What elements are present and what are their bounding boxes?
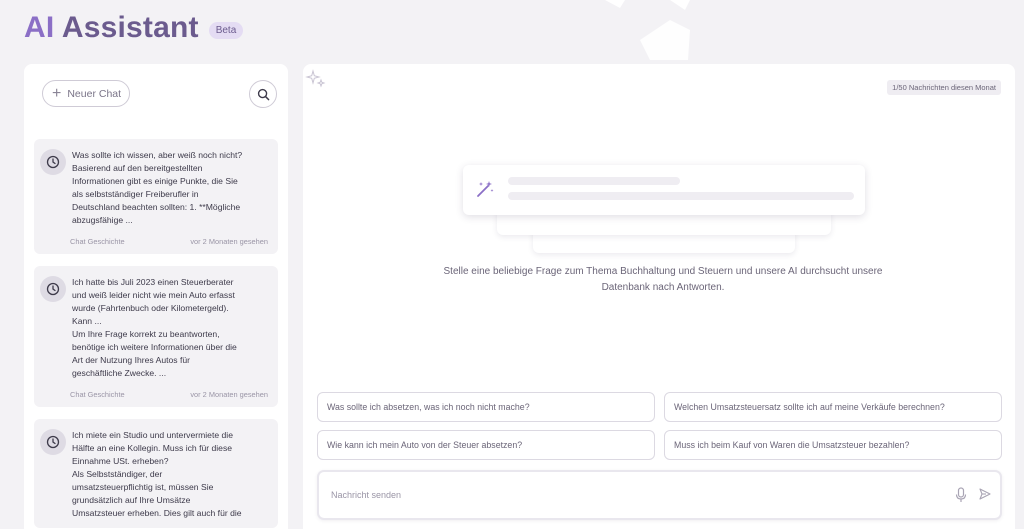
intro-text: Stelle eine beliebige Frage zum Thema Bu… <box>433 264 893 296</box>
history-item-line: Als Selbstständiger, der <box>72 469 163 479</box>
suggestion-chip[interactable]: Muss ich beim Kauf von Waren die Umsatzs… <box>664 430 1002 460</box>
magic-wand-icon <box>477 181 494 197</box>
history-item-title: Was sollte ich wissen, aber weiß noch ni… <box>72 150 243 160</box>
history-item-line: Informationen gibt es einige Punkte, die… <box>72 176 238 186</box>
suggested-prompts: Was sollte ich absetzen, was ich noch ni… <box>317 392 1002 460</box>
microphone-icon[interactable] <box>955 487 967 503</box>
history-item-title: wurde (Fahrtenbuch oder Kilometergeld). <box>72 303 229 313</box>
history-item-seen: vor 2 Monaten gesehen <box>190 237 268 246</box>
history-item-category: Chat Geschichte <box>70 390 125 399</box>
skeleton-line <box>508 192 854 200</box>
history-item-title: Ich miete ein Studio und untervermiete d… <box>72 430 233 440</box>
history-item-seen: vor 2 Monaten gesehen <box>190 390 268 399</box>
background-decoration <box>605 0 690 60</box>
history-item-line: als selbstständiger Freiberufler in <box>72 189 199 199</box>
history-item[interactable]: Was sollte ich wissen, aber weiß noch ni… <box>34 139 278 254</box>
suggestion-chip[interactable]: Was sollte ich absetzen, was ich noch ni… <box>317 392 655 422</box>
sparkle-icon <box>305 69 326 88</box>
message-input[interactable] <box>331 484 931 506</box>
beta-badge: Beta <box>208 21 244 39</box>
search-button[interactable] <box>249 80 277 108</box>
history-item-line: Um Ihre Frage korrekt zu beantworten, <box>72 329 220 339</box>
history-item-line: umsatzsteuerpflichtig ist, müssen Sie <box>72 482 214 492</box>
plus-icon: + <box>52 84 62 102</box>
search-icon <box>257 88 269 100</box>
history-item-title: Einnahme USt. erheben? <box>72 456 169 466</box>
message-composer <box>317 470 1002 520</box>
history-list: Was sollte ich wissen, aber weiß noch ni… <box>34 139 278 529</box>
history-item-category: Chat Geschichte <box>70 237 125 246</box>
new-chat-label: Neuer Chat <box>67 87 122 100</box>
history-item-line: benötige ich weitere Informationen über … <box>72 342 237 352</box>
message-quota-badge: 1/50 Nachrichten diesen Monat <box>887 80 1001 95</box>
app-header: AI Assistant Beta <box>24 8 244 48</box>
history-item-line: Basierend auf den bereitgestellten <box>72 163 203 173</box>
send-icon[interactable] <box>979 488 991 500</box>
chat-history-sidebar: + Neuer Chat Was sollte ich wissen, aber… <box>24 64 288 529</box>
new-chat-button[interactable]: + Neuer Chat <box>42 80 130 107</box>
skeleton-line <box>508 177 680 185</box>
clock-icon <box>40 149 66 175</box>
intro-line: Datenbank nach Antworten. <box>601 282 725 293</box>
history-item-line: grundsätzlich auf Ihre Umsätze <box>72 495 191 505</box>
clock-icon <box>40 276 66 302</box>
chat-main-panel: 1/50 Nachrichten diesen Monat Stelle ein… <box>303 64 1015 529</box>
skeleton-card <box>463 165 865 215</box>
history-item-title: Kann ... <box>72 316 102 326</box>
app-title: AI Assistant <box>24 11 199 45</box>
app-title-ai: AI <box>24 11 55 44</box>
suggestion-chip[interactable]: Wie kann ich mein Auto von der Steuer ab… <box>317 430 655 460</box>
intro-line: Stelle eine beliebige Frage zum Thema Bu… <box>443 266 883 277</box>
suggestion-chip[interactable]: Welchen Umsatzsteuersatz sollte ich auf … <box>664 392 1002 422</box>
history-item-title: und weiß leider nicht wie mein Auto erfa… <box>72 290 235 300</box>
history-item-line: Art der Nutzung Ihres Autos für <box>72 355 190 365</box>
history-item-line: Deutschland beachten sollten: 1. **Mögli… <box>72 202 241 212</box>
history-item[interactable]: Ich hatte bis Juli 2023 einen Steuerbera… <box>34 266 278 407</box>
history-item[interactable]: Ich miete ein Studio und untervermiete d… <box>34 419 278 528</box>
loading-illustration <box>463 165 865 255</box>
history-item-line: geschäftliche Zwecke. ... <box>72 368 167 378</box>
history-item-title: Hälfte an eine Kollegin. Muss ich für di… <box>72 443 233 453</box>
app-title-rest: Assistant <box>61 11 199 44</box>
clock-icon <box>40 429 66 455</box>
history-item-title: Ich hatte bis Juli 2023 einen Steuerbera… <box>72 277 234 287</box>
history-item-line: abzugsfähige ... <box>72 215 133 225</box>
history-item-line: Umsatzsteuer erheben. Dies gilt auch für… <box>72 508 242 518</box>
